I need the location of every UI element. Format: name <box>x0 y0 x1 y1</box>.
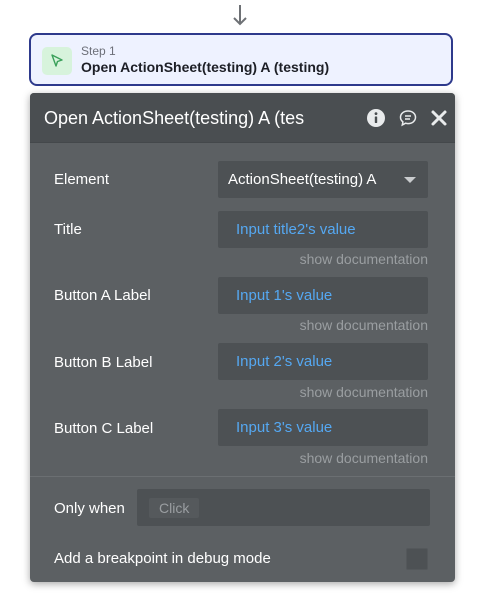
field-label-button-b: Button B Label <box>54 354 153 371</box>
field-label-button-c: Button C Label <box>54 420 154 437</box>
element-label: Element <box>54 171 110 188</box>
field-label-title: Title <box>54 221 82 238</box>
step-title: Open ActionSheet(testing) A (testing) <box>81 59 330 75</box>
arrow-down-icon <box>232 4 248 28</box>
close-icon[interactable] <box>429 108 449 128</box>
panel-title: Open ActionSheet(testing) A (tes <box>44 108 305 128</box>
button-b-label-input[interactable]: Input 2's value <box>218 343 428 380</box>
field-label-button-a: Button A Label <box>54 287 151 304</box>
breakpoint-label: Add a breakpoint in debug mode <box>54 550 271 567</box>
button-c-label-value: Input 3's value <box>236 419 333 436</box>
button-b-label-value: Input 2's value <box>236 353 333 370</box>
title-input-value: Input title2's value <box>236 221 356 238</box>
button-c-label-input[interactable]: Input 3's value <box>218 409 428 446</box>
step-number: Step 1 <box>81 44 116 58</box>
workflow-step-card[interactable]: Step 1 Open ActionSheet(testing) A (test… <box>29 33 453 86</box>
cursor-pointer-icon <box>42 47 72 75</box>
only-when-condition-input[interactable]: Click <box>137 489 430 526</box>
button-a-label-value: Input 1's value <box>236 287 333 304</box>
info-icon[interactable] <box>366 108 386 128</box>
element-select-value: ActionSheet(testing) A <box>228 171 377 188</box>
action-property-editor: Open ActionSheet(testing) A (tes Element <box>30 93 455 582</box>
title-input[interactable]: Input title2's value <box>218 211 428 248</box>
breakpoint-checkbox[interactable] <box>406 548 428 570</box>
show-documentation-link[interactable]: show documentation <box>300 450 428 466</box>
show-documentation-link[interactable]: show documentation <box>300 251 428 267</box>
show-documentation-link[interactable]: show documentation <box>300 317 428 333</box>
click-placeholder[interactable]: Click <box>149 498 200 518</box>
only-when-label: Only when <box>54 500 125 517</box>
chevron-down-icon <box>404 177 416 183</box>
panel-header: Open ActionSheet(testing) A (tes <box>30 93 455 143</box>
show-documentation-link[interactable]: show documentation <box>300 384 428 400</box>
comment-icon[interactable] <box>398 108 418 128</box>
element-select[interactable]: ActionSheet(testing) A <box>218 161 428 198</box>
button-a-label-input[interactable]: Input 1's value <box>218 277 428 314</box>
section-divider <box>30 476 455 477</box>
